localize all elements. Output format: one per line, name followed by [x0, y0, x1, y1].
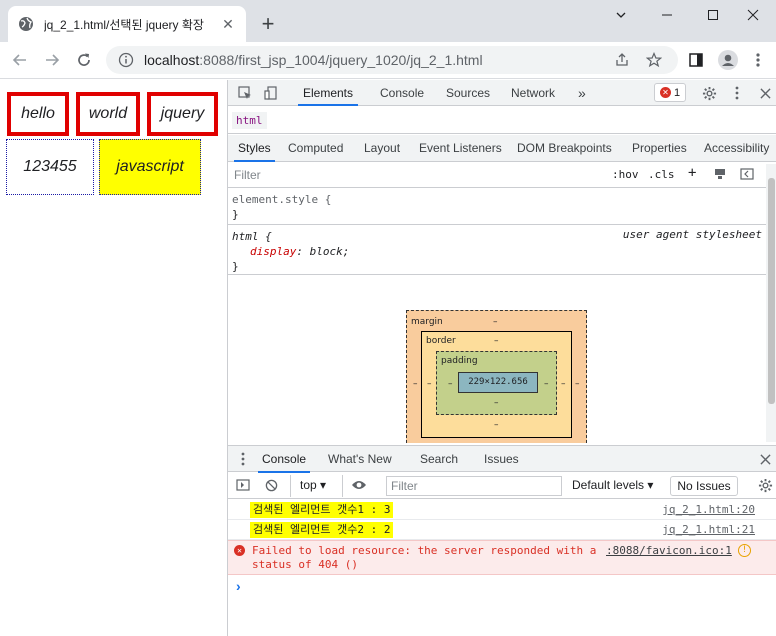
subtab-event-listeners[interactable]: Event Listeners: [419, 135, 502, 162]
window-close-icon[interactable]: [730, 0, 776, 30]
rule-element-style: element.style { }: [228, 190, 768, 225]
dom-breadcrumb: html: [228, 107, 776, 134]
back-arrow-icon[interactable]: [8, 48, 32, 72]
more-tabs-button[interactable]: »: [578, 80, 586, 106]
computed-styles-icon[interactable]: [714, 168, 726, 183]
url-text: localhost:8088/first_jsp_1004/jquery_102…: [144, 52, 483, 68]
share-icon[interactable]: [612, 50, 632, 70]
drawer-tab-console[interactable]: Console: [258, 446, 311, 473]
tab-elements[interactable]: Elements: [298, 80, 358, 106]
device-toolbar-icon[interactable]: [262, 84, 280, 102]
div-123455: 123455: [6, 139, 94, 195]
subtab-accessibility[interactable]: Accessibility: [704, 135, 769, 162]
devtools-menu-icon[interactable]: [728, 84, 746, 102]
info-icon[interactable]: [118, 52, 134, 68]
browser-toolbar: localhost:8088/first_jsp_1004/jquery_102…: [0, 42, 776, 79]
error-icon: ✕: [659, 87, 671, 98]
tab-strip: jq_2_1.html/선택된 jquery 확장 ✕ +: [0, 0, 776, 42]
reload-icon[interactable]: [72, 48, 96, 72]
breadcrumb-html[interactable]: html: [232, 112, 267, 129]
console-prompt[interactable]: ›: [236, 578, 241, 594]
devtools-close-icon[interactable]: [756, 84, 774, 102]
inspect-element-icon[interactable]: [236, 84, 254, 102]
subtab-properties[interactable]: Properties: [632, 135, 687, 162]
drawer-menu-icon[interactable]: [234, 450, 252, 468]
div-jquery: jquery: [147, 92, 218, 136]
no-issues-button[interactable]: No Issues: [670, 476, 738, 496]
div-hello: hello: [7, 92, 69, 136]
drawer-tab-search[interactable]: Search: [420, 446, 458, 473]
context-selector[interactable]: top ▾: [300, 478, 326, 492]
styles-filter-bar: Filter :hov .cls +: [228, 163, 776, 188]
clear-console-icon[interactable]: [262, 476, 280, 494]
tab-console[interactable]: Console: [380, 80, 424, 106]
error-icon: ✕: [234, 545, 245, 556]
console-toolbar: top ▾ Filter Default levels ▾ No Issues: [228, 473, 776, 499]
div-world: world: [76, 92, 140, 136]
forward-arrow-icon[interactable]: [40, 48, 64, 72]
rule-declaration[interactable]: display: block;: [232, 244, 768, 259]
console-error-line: ✕ Failed to load resource: the server re…: [228, 540, 776, 575]
rule-html: html { user agent stylesheet display: bl…: [228, 227, 768, 275]
tab-network[interactable]: Network: [511, 80, 555, 106]
new-rule-icon[interactable]: +: [688, 165, 696, 181]
rule-source: user agent stylesheet: [622, 228, 762, 241]
minimize-icon[interactable]: [644, 0, 690, 30]
div-javascript: javascript: [99, 139, 201, 195]
elements-subtabs: Styles Computed Layout Event Listeners D…: [228, 135, 776, 162]
address-bar[interactable]: localhost:8088/first_jsp_1004/jquery_102…: [106, 46, 678, 74]
source-link[interactable]: jq_2_1.html:20: [662, 503, 755, 516]
error-count-badge[interactable]: ✕ 1: [654, 83, 686, 102]
error-source-link[interactable]: :8088/favicon.ico:1: [606, 544, 732, 557]
profile-avatar[interactable]: [716, 48, 740, 72]
box-model-content[interactable]: 229×122.656: [458, 372, 538, 393]
tab-search-icon[interactable]: [598, 0, 644, 30]
box-model-border: border – – – – padding – – – 229×122.656: [421, 331, 572, 438]
close-tab-icon[interactable]: ✕: [220, 16, 236, 32]
log-levels-dropdown[interactable]: Default levels ▾: [572, 478, 653, 492]
insights-bulb-icon[interactable]: !: [738, 544, 751, 557]
cls-toggle[interactable]: .cls: [648, 168, 675, 181]
box-model-padding: padding – – – 229×122.656: [436, 351, 557, 415]
devtools-main-tabs: Elements Console Sources Network » ✕ 1: [228, 80, 776, 106]
console-log-line: 검색된 엘리먼트 갯수1 : 3 jq_2_1.html:20: [228, 500, 776, 520]
new-tab-button[interactable]: +: [256, 12, 280, 36]
subtab-styles[interactable]: Styles: [234, 135, 275, 162]
styles-scrollbar[interactable]: [766, 164, 776, 442]
styles-filter-input[interactable]: Filter: [234, 168, 261, 182]
hov-toggle[interactable]: :hov: [612, 168, 639, 181]
console-sidebar-icon[interactable]: [234, 476, 252, 494]
drawer-tab-issues[interactable]: Issues: [484, 446, 519, 473]
console-error-message: Failed to load resource: the server resp…: [252, 544, 597, 571]
subtab-dom-breakpoints[interactable]: DOM Breakpoints: [517, 135, 612, 162]
subtab-layout[interactable]: Layout: [364, 135, 400, 162]
box-model-margin: margin – – – border – – – – padding – – …: [406, 310, 587, 443]
side-panel-icon[interactable]: [684, 48, 708, 72]
globe-icon: [19, 17, 33, 31]
page-viewport: hello world jquery 123455 javascript: [0, 80, 227, 636]
drawer-close-icon[interactable]: [756, 450, 774, 468]
drawer-tab-whats-new[interactable]: What's New: [328, 446, 392, 473]
devtools-panel: Elements Console Sources Network » ✕ 1 h…: [227, 80, 776, 636]
sidebar-toggle-icon[interactable]: [740, 168, 754, 183]
settings-gear-icon[interactable]: [700, 84, 718, 102]
tab-sources[interactable]: Sources: [446, 80, 490, 106]
live-expression-eye-icon[interactable]: [350, 476, 368, 494]
console-log-line: 검색된 엘리먼트 갯수2 : 2 jq_2_1.html:21: [228, 520, 776, 540]
console-drawer-tabs: Console What's New Search Issues: [228, 445, 776, 473]
subtab-computed[interactable]: Computed: [288, 135, 343, 162]
console-settings-gear-icon[interactable]: [756, 476, 774, 494]
console-filter-input[interactable]: Filter: [386, 476, 562, 496]
console-log-message: 검색된 엘리먼트 갯수1 : 3: [250, 502, 394, 518]
browser-tab[interactable]: jq_2_1.html/선택된 jquery 확장 ✕: [8, 6, 246, 42]
console-log-message: 검색된 엘리먼트 갯수2 : 2: [250, 522, 394, 538]
menu-kebab-icon[interactable]: [746, 48, 770, 72]
bookmark-star-icon[interactable]: [644, 50, 664, 70]
source-link[interactable]: jq_2_1.html:21: [662, 523, 755, 536]
tab-title: jq_2_1.html/선택된 jquery 확장: [44, 17, 204, 32]
